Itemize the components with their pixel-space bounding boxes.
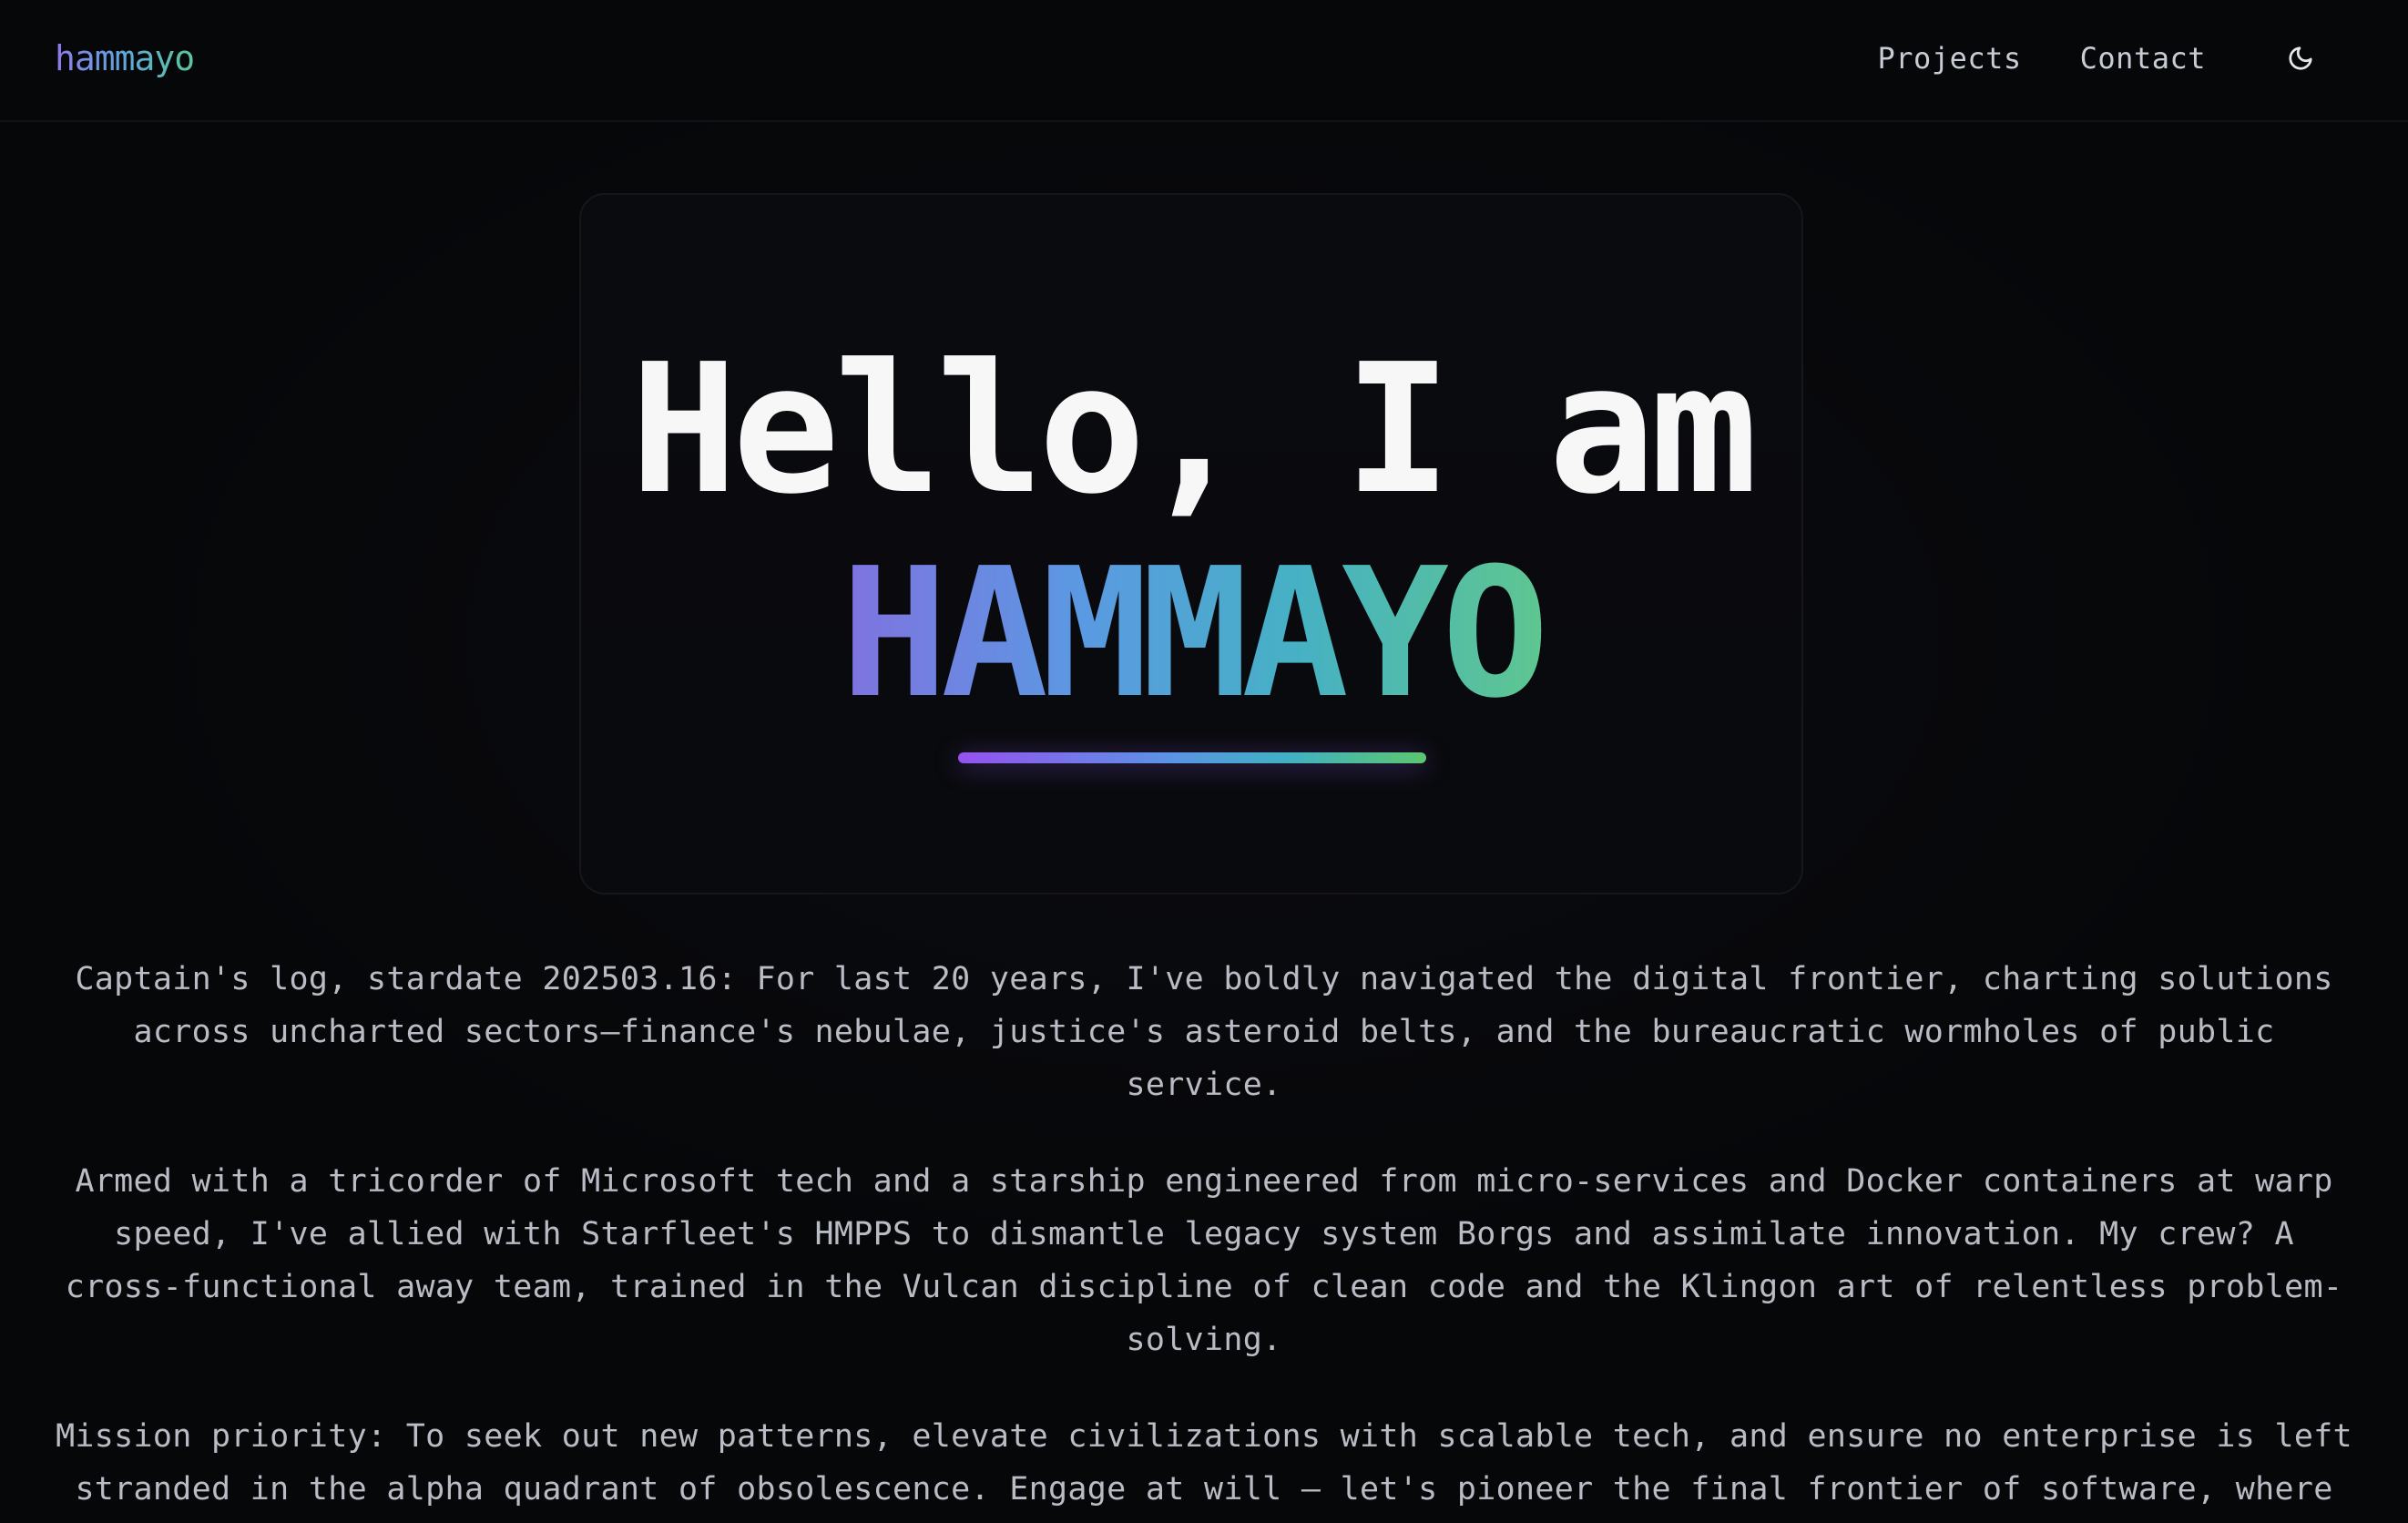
nav-link-projects[interactable]: Projects [1878,38,2022,78]
bio-paragraph-1: Captain's log, stardate 202503.16: For l… [75,961,2333,1103]
site-logo[interactable]: hammayo [55,36,195,80]
theme-toggle-button[interactable] [2280,38,2321,78]
bio-paragraph-3: Mission priority: To seek out new patter… [56,1418,2352,1508]
hero-card: Hello, I am HAMMAYO [579,193,1803,894]
bio-paragraph-2: Armed with a tricorder of Microsoft tech… [65,1163,2343,1358]
hero-underline [958,752,1426,763]
hero-name: HAMMAYO [581,534,1801,734]
hero-greeting: Hello, I am [629,326,1758,534]
hero-name-text: HAMMAYO [840,530,1549,738]
nav-link-contact[interactable]: Contact [2080,38,2206,78]
moon-icon [2289,46,2312,70]
site-header: hammayo Projects Contact [0,0,2408,122]
bio-section: Captain's log, stardate 202503.16: For l… [55,953,2353,1523]
main-nav: Projects Contact [1878,38,2408,78]
